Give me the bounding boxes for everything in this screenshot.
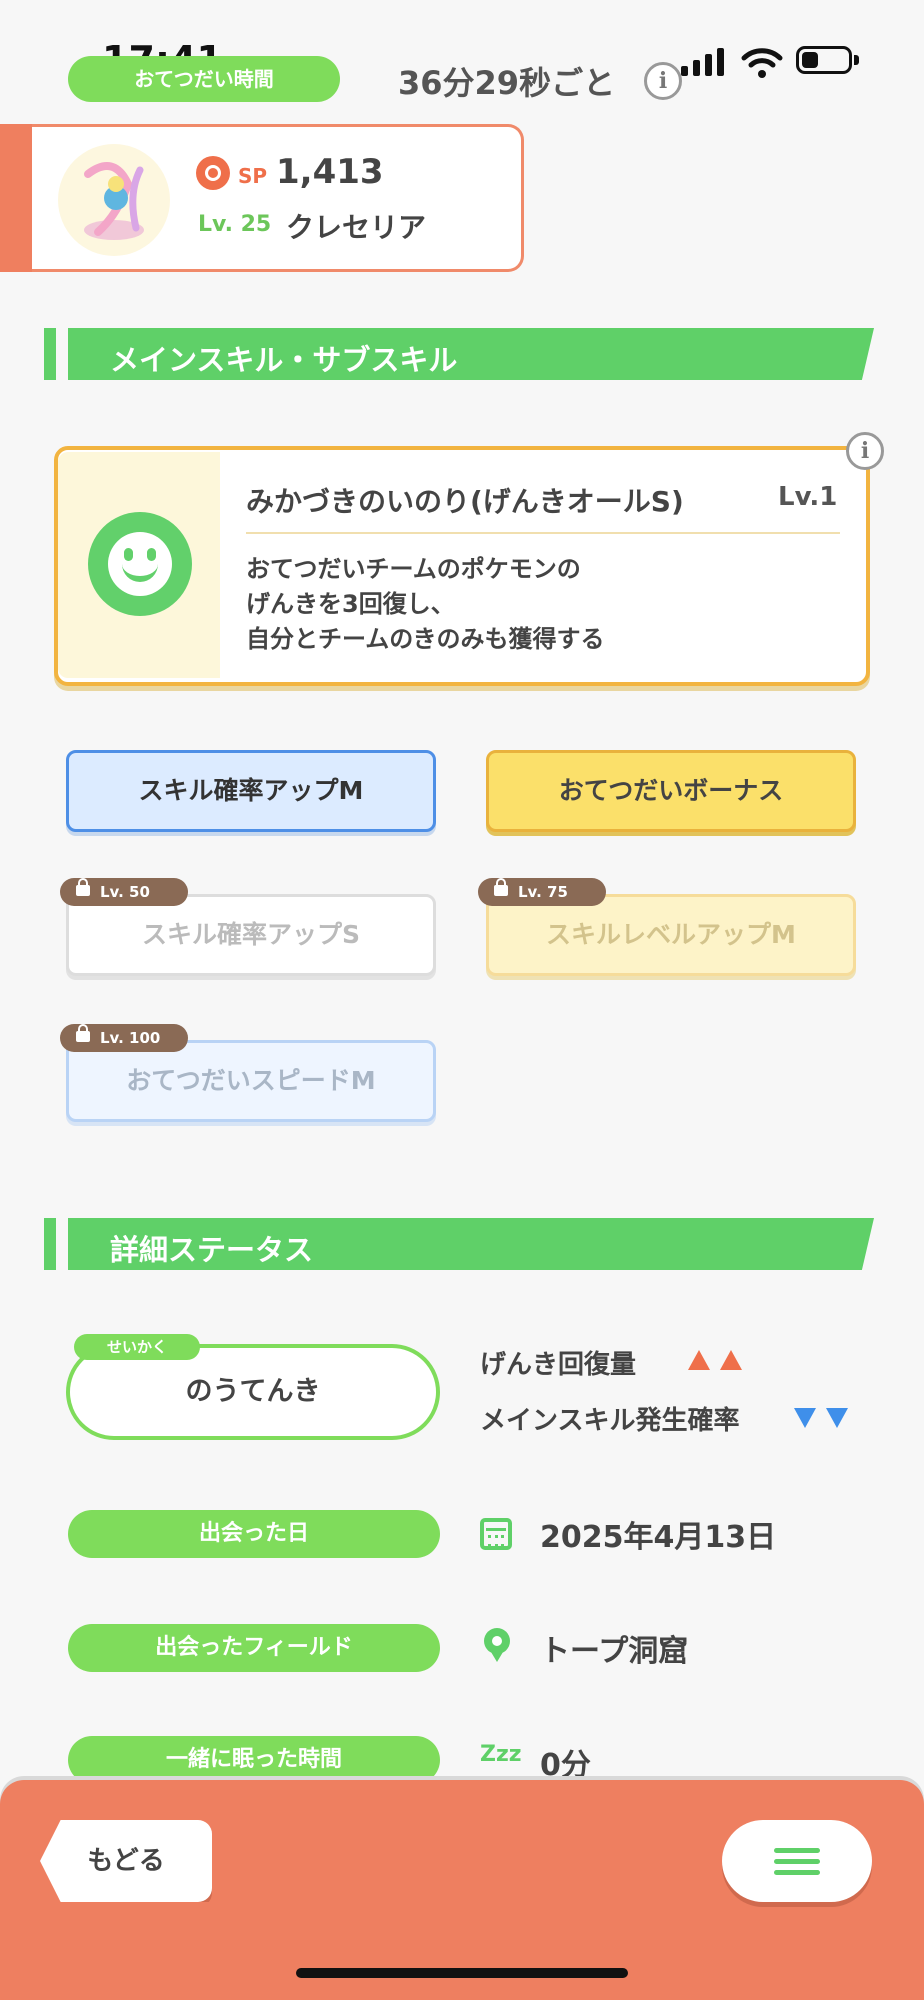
section-title: 詳細ステータス [110, 1233, 314, 1267]
lock-icon [76, 1024, 90, 1042]
nature-up-stat: げんき回復量 [480, 1350, 637, 1380]
hamburger-icon [774, 1848, 820, 1853]
sp-label: SP [238, 164, 268, 188]
pokemon-portrait [58, 144, 170, 256]
back-button[interactable]: もどる [40, 1820, 212, 1902]
met-field-value: トープ洞窟 [540, 1634, 689, 1669]
sp-value: 1,413 [276, 152, 384, 192]
main-skill-level: Lv.1 [778, 482, 838, 512]
met-date-label: 出会った日 [68, 1510, 440, 1558]
battery-tip [854, 55, 859, 65]
skill-info-icon[interactable]: i [846, 432, 884, 470]
sp-icon [196, 156, 230, 190]
smiley-eye-right [147, 548, 156, 561]
pokemon-name: クレセリア [286, 211, 427, 244]
met-date-value: 2025年4月13日 [540, 1520, 777, 1555]
sub-skill-2[interactable]: おてつだいボーナス [486, 750, 856, 832]
section-header-details: 詳細ステータス [44, 1218, 874, 1270]
stat-down-arrow-icon [794, 1408, 816, 1428]
lock-badge: Lv. 75 [478, 878, 606, 906]
sub-skill-3-locked[interactable]: スキル確率アップS [66, 894, 436, 976]
lock-icon [494, 878, 508, 896]
signal-icon [681, 48, 724, 76]
divider [246, 532, 840, 534]
lock-badge: Lv. 50 [60, 878, 188, 906]
wifi-icon [741, 48, 783, 78]
section-header-skills: メインスキル・サブスキル [44, 328, 874, 380]
section-title: メインスキル・サブスキル [110, 343, 458, 377]
slept-time-label: 一緒に眠った時間 [68, 1736, 440, 1784]
calendar-icon [480, 1518, 512, 1550]
cresselia-image [84, 162, 144, 240]
help-time-label: おてつだい時間 [68, 56, 340, 102]
stat-up-arrow-icon [688, 1350, 710, 1370]
stat-up-arrow-icon [720, 1350, 742, 1370]
sub-skill-1[interactable]: スキル確率アップM [66, 750, 436, 832]
lock-badge: Lv. 100 [60, 1024, 188, 1052]
sleep-zzz-icon: Zzz [480, 1742, 522, 1767]
main-skill-description: おてつだいチームのポケモンの げんきを3回復し、 自分とチームのきのみも獲得する [246, 555, 605, 653]
hamburger-icon-line [774, 1870, 820, 1875]
home-indicator[interactable] [296, 1968, 628, 1978]
met-field-label: 出会ったフィールド [68, 1624, 440, 1672]
smiley-eye-left [124, 548, 133, 561]
sub-skill-5-locked[interactable]: おてつだいスピードM [66, 1040, 436, 1122]
pokemon-level: Lv. 25 [198, 212, 272, 237]
location-pin-icon [484, 1628, 510, 1654]
main-skill-name: みかづきのいのり(げんきオールS) [246, 485, 684, 518]
lock-icon [76, 878, 90, 896]
battery-icon [796, 46, 852, 74]
stat-down-arrow-icon [826, 1408, 848, 1428]
nature-down-stat: メインスキル発生確率 [480, 1406, 740, 1436]
help-interval: 36分29秒ごと [398, 64, 616, 102]
pokemon-card-tab [0, 124, 32, 272]
sub-skill-4-locked[interactable]: スキルレベルアップM [486, 894, 856, 976]
location-pin-tail [491, 1652, 503, 1662]
menu-button[interactable] [722, 1820, 872, 1902]
slept-time-value: 0分 [540, 1748, 591, 1783]
info-icon[interactable]: i [644, 62, 682, 100]
nature-label: せいかく [74, 1334, 200, 1360]
hamburger-icon-line [774, 1859, 820, 1864]
